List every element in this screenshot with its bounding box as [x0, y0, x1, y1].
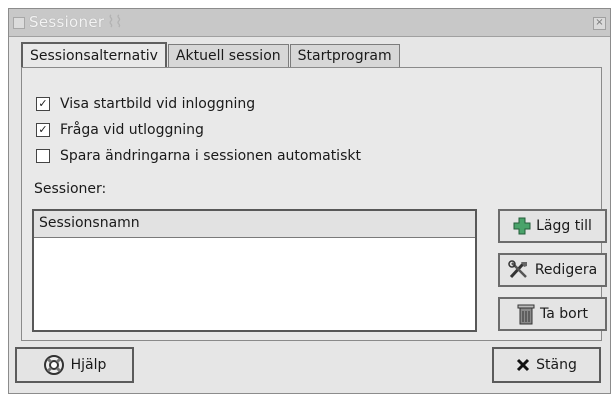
column-header-session-name[interactable]: Sessionsnamn	[34, 211, 475, 238]
option-show-splash[interactable]: ✓ Visa startbild vid inloggning	[36, 96, 255, 112]
tab-startup-programs[interactable]: Startprogram	[289, 44, 400, 68]
tab-bar: Sessionsalternativ Aktuell session Start…	[21, 42, 401, 68]
edit-button-label: Redigera	[534, 262, 598, 278]
prompt-logout-checkbox[interactable]: ✓	[36, 123, 50, 137]
window-menu-icon[interactable]	[13, 17, 25, 29]
tab-current-session[interactable]: Aktuell session	[167, 44, 289, 68]
plus-icon	[513, 217, 531, 235]
close-button[interactable]: Stäng	[492, 347, 601, 383]
remove-button[interactable]: Ta bort	[498, 297, 607, 331]
help-button-label: Hjälp	[70, 357, 107, 373]
title-decoration-icon: ⌇⌇	[107, 12, 123, 31]
close-button-label: Stäng	[536, 357, 577, 373]
help-button[interactable]: Hjälp	[15, 347, 134, 383]
option-label: Spara ändringarna i sessionen automatisk…	[60, 148, 361, 164]
tools-icon	[508, 260, 530, 280]
tab-page-session-options: ✓ Visa startbild vid inloggning ✓ Fråga …	[21, 67, 607, 341]
option-label: Visa startbild vid inloggning	[60, 96, 256, 112]
option-prompt-logout[interactable]: ✓ Fråga vid utloggning	[36, 122, 204, 138]
lifebuoy-icon	[43, 354, 65, 376]
sessions-label: Sessioner:	[34, 181, 107, 197]
option-label: Fråga vid utloggning	[60, 122, 204, 138]
title-bar[interactable]: Sessioner ⌇⌇ ×	[9, 9, 610, 37]
window-title: Sessioner	[29, 13, 105, 31]
sessions-dialog: Sessioner ⌇⌇ × Sessionsalternativ Aktuel…	[8, 8, 611, 394]
add-button[interactable]: Lägg till	[498, 209, 607, 243]
x-icon	[516, 358, 530, 372]
autosave-checkbox[interactable]	[36, 149, 50, 163]
edit-button[interactable]: Redigera	[498, 253, 607, 287]
close-window-icon[interactable]: ×	[593, 17, 606, 30]
option-autosave[interactable]: Spara ändringarna i sessionen automatisk…	[36, 148, 361, 164]
trash-icon	[517, 303, 535, 325]
sessions-list[interactable]: Sessionsnamn	[32, 209, 477, 332]
show-splash-checkbox[interactable]: ✓	[36, 97, 50, 111]
add-button-label: Lägg till	[536, 218, 592, 234]
remove-button-label: Ta bort	[540, 306, 588, 322]
tab-session-options[interactable]: Sessionsalternativ	[21, 42, 167, 68]
